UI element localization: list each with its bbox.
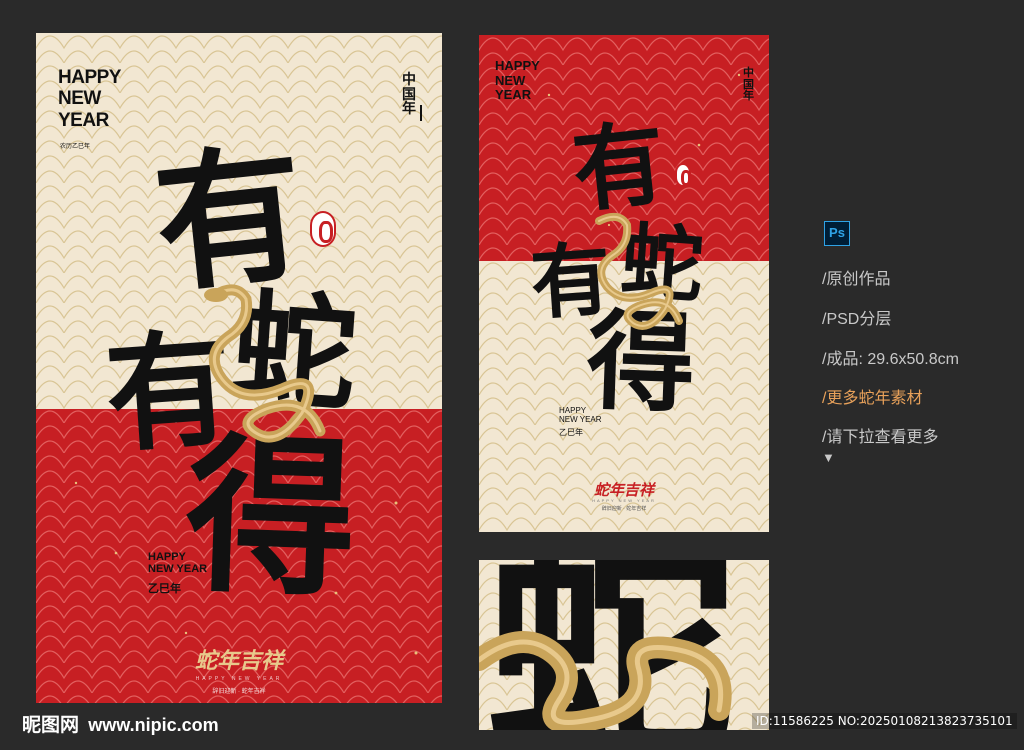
main-poster: HAPPY NEW YEAR 农历乙巳年 中国年 有 蛇 有 得 HAPPY N… xyxy=(36,33,442,703)
sidebar-item-more-link[interactable]: /更多蛇年素材 xyxy=(822,384,922,408)
gold-snake-icon xyxy=(595,212,683,330)
footer-subtitle: 乙巳年 xyxy=(148,583,181,595)
footer-title: HAPPY NEW YEAR xyxy=(559,406,602,424)
watermark-url: www.nipic.com xyxy=(88,715,219,735)
logo-subtext: 辞旧迎新 · 蛇年吉祥 xyxy=(601,506,647,512)
watermark-id: ID:11586225 NO:20250108213823735101 xyxy=(752,713,1017,729)
logo-text: 蛇年吉祥 xyxy=(194,648,283,674)
gold-snake-icon xyxy=(479,631,732,730)
sidebar-item-original: /原创作品 xyxy=(822,271,891,288)
detail-crop: 蛇 xyxy=(479,560,769,730)
watermark-logo-text: 昵图网 xyxy=(22,714,80,736)
logo-text: 蛇年吉祥 xyxy=(593,481,654,499)
footer-title: HAPPY NEW YEAR xyxy=(148,551,208,576)
logo-subtext: 辞旧迎新 · 蛇年吉祥 xyxy=(212,689,266,695)
logo-english: HAPPY NEW YEAR xyxy=(592,498,656,503)
logo-english: HAPPY NEW YEAR xyxy=(195,676,283,682)
sidebar-item-psd: /PSD分层 xyxy=(822,311,892,328)
footer-subtitle: 乙巳年 xyxy=(559,428,583,437)
small-poster: HAPPY NEW YEAR 中国年 有 蛇 有 得 HAPPY NEW YEA… xyxy=(479,35,769,532)
sidebar-item-size: /成品: 29.6x50.8cm xyxy=(822,351,959,368)
sidebar-item-scroll-hint: /请下拉查看更多 xyxy=(822,429,939,446)
chevron-down-icon: ▼ xyxy=(822,450,835,465)
gold-snake-icon xyxy=(204,284,326,443)
watermark-logo[interactable]: 昵图网 www.nipic.com xyxy=(22,710,219,737)
photoshop-icon: Ps xyxy=(824,221,850,246)
ps-icon-label: Ps xyxy=(829,225,845,240)
